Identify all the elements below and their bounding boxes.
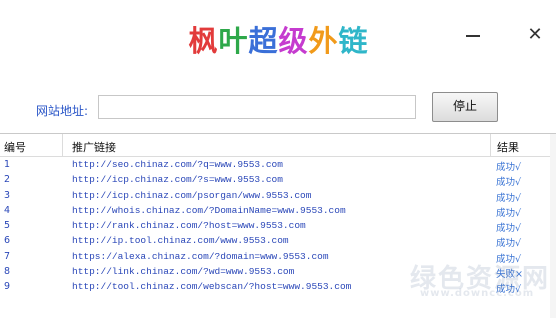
row-number: 3 bbox=[4, 189, 11, 201]
results-table: 编号 推广链接 结果 1 http://seo.chinaz.com/?q=www… bbox=[0, 133, 556, 318]
row-result: 成功√ bbox=[496, 177, 522, 189]
row-link: http://link.chinaz.com/?wd=www.9553.com bbox=[72, 266, 295, 278]
row-result: 成功√ bbox=[496, 192, 522, 204]
row-result: 成功√ bbox=[496, 223, 522, 235]
table-row[interactable]: 4 http://whois.chinaz.com/?DomainName=www… bbox=[0, 204, 556, 219]
table-row[interactable]: 3 http://icp.chinaz.com/psorgan/www.9553.… bbox=[0, 189, 556, 204]
app-title-char: 外 bbox=[308, 24, 339, 58]
minimize-button[interactable] bbox=[462, 24, 484, 46]
minimize-icon bbox=[466, 35, 480, 37]
app-title-char: 叶 bbox=[218, 24, 249, 58]
url-label: 网站地址: bbox=[36, 104, 89, 118]
close-button[interactable]: ✕ bbox=[524, 24, 546, 46]
table-row[interactable]: 7 https://alexa.chinaz.com/?domain=www.95… bbox=[0, 250, 556, 265]
row-number: 5 bbox=[4, 220, 11, 232]
table-row[interactable]: 5 http://rank.chinaz.com/?host=www.9553.c… bbox=[0, 219, 556, 234]
row-result: 成功√ bbox=[496, 253, 522, 265]
vertical-scrollbar[interactable] bbox=[550, 134, 556, 318]
row-result: 成功√ bbox=[496, 238, 522, 250]
row-number: 2 bbox=[4, 174, 11, 186]
url-row: 网站地址: 停止 bbox=[0, 82, 557, 128]
column-divider[interactable] bbox=[62, 134, 63, 156]
row-link: http://ip.tool.chinaz.com/www.9553.com bbox=[72, 235, 289, 247]
app-title-char: 链 bbox=[338, 24, 369, 58]
table-row[interactable]: 8 http://link.chinaz.com/?wd=www.9553.com… bbox=[0, 265, 556, 280]
row-result: 成功√ bbox=[496, 207, 522, 219]
app-title-char: 超 bbox=[248, 24, 279, 58]
row-link: https://alexa.chinaz.com/?domain=www.955… bbox=[72, 250, 329, 262]
header-result[interactable]: 结果 bbox=[497, 139, 519, 155]
row-number: 4 bbox=[4, 204, 11, 216]
table-row[interactable]: 2 http://icp.chinaz.com/?s=www.9553.com 成功… bbox=[0, 173, 556, 188]
row-result: 成功√ bbox=[496, 162, 522, 173]
table-header: 编号 推广链接 结果 bbox=[0, 134, 556, 157]
row-result: 失败× bbox=[496, 269, 523, 281]
row-number: 7 bbox=[4, 250, 11, 262]
app-title-char: 级 bbox=[278, 24, 309, 58]
row-link: http://tool.chinaz.com/webscan/?host=www… bbox=[72, 281, 352, 293]
row-link: http://icp.chinaz.com/psorgan/www.9553.c… bbox=[72, 189, 312, 201]
close-icon: ✕ bbox=[527, 24, 543, 45]
row-number: 1 bbox=[4, 159, 11, 170]
row-link: http://seo.chinaz.com/?q=www.9553.com bbox=[72, 159, 283, 170]
stop-button[interactable]: 停止 bbox=[432, 92, 498, 122]
table-row[interactable]: 1 http://seo.chinaz.com/?q=www.9553.com 成功… bbox=[0, 158, 556, 173]
table-row[interactable]: 6 http://ip.tool.chinaz.com/www.9553.com 成… bbox=[0, 234, 556, 249]
column-divider[interactable] bbox=[490, 134, 491, 156]
row-result: 成功√ bbox=[496, 284, 522, 296]
app-title-char: 枫 bbox=[188, 24, 219, 58]
row-number: 6 bbox=[4, 235, 11, 247]
table-body: 1 http://seo.chinaz.com/?q=www.9553.com 成功… bbox=[0, 158, 556, 296]
title-bar: 枫叶超级外链 ✕ bbox=[0, 0, 557, 80]
row-link: http://whois.chinaz.com/?DomainName=www.… bbox=[72, 204, 346, 216]
row-link: http://rank.chinaz.com/?host=www.9553.co… bbox=[72, 220, 306, 232]
row-number: 8 bbox=[4, 266, 11, 278]
table-row[interactable]: 9 http://tool.chinaz.com/webscan/?host=ww… bbox=[0, 280, 556, 295]
row-link: http://icp.chinaz.com/?s=www.9553.com bbox=[72, 174, 283, 186]
url-input[interactable] bbox=[98, 95, 416, 119]
row-number: 9 bbox=[4, 281, 11, 293]
header-link[interactable]: 推广链接 bbox=[72, 139, 116, 155]
header-no[interactable]: 编号 bbox=[4, 139, 26, 155]
